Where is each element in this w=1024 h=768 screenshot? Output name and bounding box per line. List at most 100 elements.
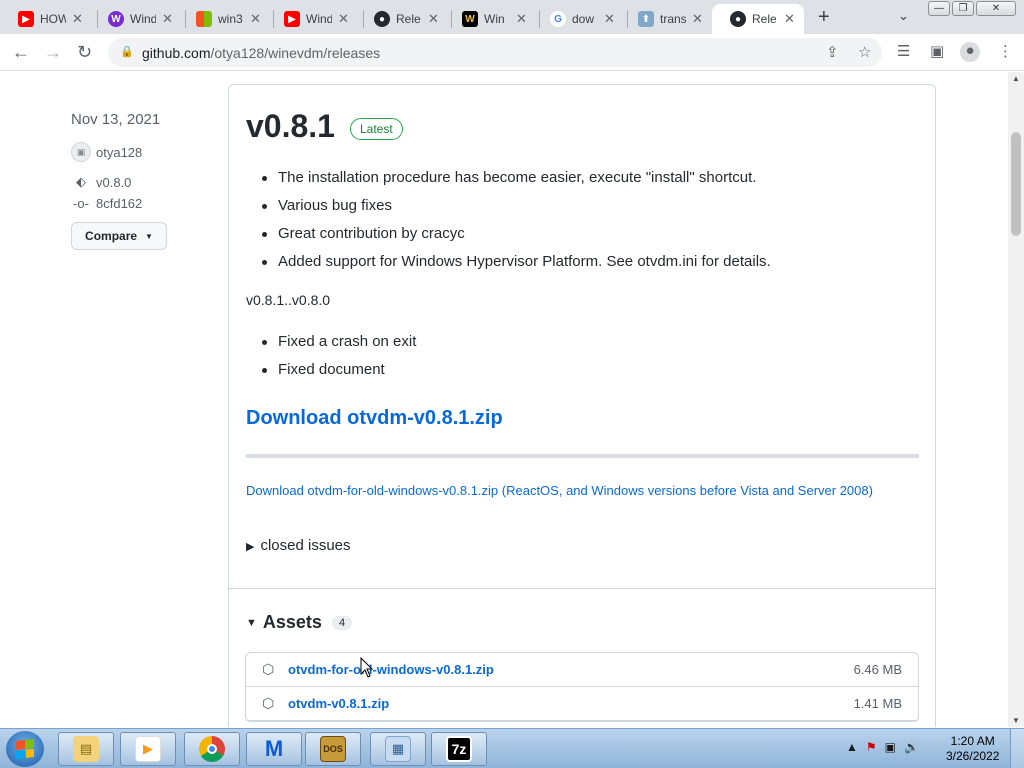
side-panel-icon[interactable]: ▣ [930, 42, 944, 60]
lock-icon[interactable]: 🔒 [120, 45, 134, 58]
compare-label: Compare [85, 229, 138, 243]
tray-expand-icon[interactable]: ▲ [846, 740, 858, 754]
divider [246, 454, 919, 458]
release-title[interactable]: v0.8.1 [246, 108, 335, 145]
tab-wind[interactable]: W Wind ✕ [90, 4, 179, 34]
kebab-menu-icon[interactable]: ⋮ [998, 42, 1013, 60]
tag-name[interactable]: v0.8.0 [96, 175, 131, 190]
fixes-list: Fixed a crash on exit Fixed document [262, 328, 416, 384]
taskbar-malwarebytes[interactable]: M [246, 732, 302, 766]
tab-title: trans [660, 12, 686, 26]
table-row[interactable]: ⬡ otvdm-v0.8.1.zip 1.41 MB [246, 687, 918, 721]
clock-time: 1:20 AM [950, 734, 995, 748]
disclosure-triangle-icon: ▼ [246, 616, 257, 629]
url-path: /otya128/winevdm/releases [210, 45, 381, 61]
close-tab-icon[interactable]: ✕ [516, 11, 527, 27]
tab-search-chevron-icon[interactable]: ⌄ [898, 8, 909, 24]
url-host: github.com [142, 45, 211, 61]
tab-releases-active[interactable]: ● Rele ✕ [712, 4, 804, 34]
asset-link[interactable]: otvdm-v0.8.1.zip [288, 696, 854, 711]
assets-title: Assets [262, 612, 322, 632]
asset-size: 6.46 MB [853, 662, 902, 677]
tab-win[interactable]: W Win ✕ [444, 4, 533, 34]
tab-title: win3 [218, 12, 243, 26]
compare-range-text: v0.8.1..v0.8.0 [246, 292, 331, 308]
action-center-icon[interactable]: ⚑ [866, 740, 877, 754]
scroll-up-icon[interactable]: ▲ [1012, 74, 1020, 83]
author-avatar[interactable]: ▣ [71, 142, 91, 162]
assets-toggle[interactable]: ▼ Assets 4 [246, 612, 353, 633]
url-text[interactable]: github.com/otya128/winevdm/releases [142, 45, 380, 61]
system-tray: ▲ ⚑ ▣ 🔊 [846, 740, 919, 754]
release-tag[interactable]: ⬖ v0.8.0 [71, 174, 131, 190]
close-tab-icon[interactable]: ✕ [72, 11, 83, 27]
show-desktop-button[interactable] [1010, 729, 1024, 768]
reading-list-icon[interactable]: ☰ [897, 42, 910, 60]
close-window-button[interactable]: ✕ [976, 1, 1016, 16]
tab-how[interactable]: ▶ HOW ✕ [0, 4, 89, 34]
tab-wind-youtube[interactable]: ▶ Wind ✕ [266, 4, 355, 34]
taskbar-7zip[interactable]: 7z [431, 732, 487, 766]
malwarebytes-icon: M [264, 736, 284, 761]
scrollbar-thumb[interactable] [1011, 132, 1021, 236]
network-icon[interactable]: ▣ [885, 740, 896, 754]
profile-avatar-icon[interactable]: ● [960, 42, 980, 62]
address-bar[interactable]: 🔒 github.com/otya128/winevdm/releases ⇪ … [108, 38, 882, 67]
close-tab-icon[interactable]: ✕ [784, 11, 795, 27]
tab-trans[interactable]: ⬆ trans ✕ [620, 4, 709, 34]
clock-date: 3/26/2022 [946, 749, 1000, 763]
download-main-link[interactable]: Download otvdm-v0.8.1.zip [246, 407, 503, 430]
table-row[interactable]: ⬡ otvdm-for-old-windows-v0.8.1.zip 6.46 … [246, 653, 918, 687]
windows-logo-icon [16, 739, 34, 759]
minimize-button[interactable]: — [928, 1, 950, 16]
windows-flag-icon [196, 11, 212, 27]
taskbar-control-panel[interactable]: ▦ [370, 732, 426, 766]
taskbar-dosbox[interactable]: DOS [305, 732, 361, 766]
tab-title: Win [484, 12, 505, 26]
bookmark-star-icon[interactable]: ☆ [858, 43, 871, 61]
back-arrow-icon[interactable]: ← [12, 42, 30, 63]
release-author[interactable]: ▣ otya128 [71, 142, 142, 162]
github-icon: ● [730, 11, 746, 27]
close-tab-icon[interactable]: ✕ [604, 11, 615, 27]
reload-icon[interactable]: ↻ [77, 42, 92, 63]
close-tab-icon[interactable]: ✕ [692, 11, 703, 27]
wine-icon: W [108, 11, 124, 27]
chrome-icon [199, 736, 225, 762]
close-tab-icon[interactable]: ✕ [250, 11, 261, 27]
release-commit[interactable]: -o- 8cfd162 [71, 196, 142, 211]
package-icon: ⬡ [262, 695, 275, 711]
start-button[interactable] [6, 731, 44, 767]
list-item: Great contribution by cracyc [262, 220, 771, 248]
restore-button[interactable]: ❐ [952, 1, 974, 16]
taskbar-media-player[interactable]: ▶ [120, 732, 176, 766]
youtube-icon: ▶ [18, 11, 34, 27]
dosbox-icon: DOS [320, 736, 346, 762]
assets-count-badge: 4 [331, 615, 353, 630]
tab-title: Wind [130, 12, 156, 26]
download-old-windows-link[interactable]: Download otvdm-for-old-windows-v0.8.1.zi… [246, 482, 919, 500]
media-player-icon: ▶ [135, 736, 161, 762]
release-notes-list: The installation procedure has become ea… [262, 164, 771, 276]
volume-icon[interactable]: 🔊 [904, 740, 919, 754]
author-name[interactable]: otya128 [96, 145, 142, 160]
asset-size: 1.41 MB [853, 696, 902, 711]
vertical-scrollbar[interactable]: ▲ ▼ [1008, 72, 1024, 727]
commit-icon: -o- [73, 196, 89, 211]
closed-issues-toggle[interactable]: ▶ closed issues [246, 537, 351, 554]
tab-win3[interactable]: win3 ✕ [178, 4, 267, 34]
compare-button[interactable]: Compare ▼ [71, 222, 167, 250]
new-tab-button[interactable]: + [818, 6, 830, 29]
commit-hash[interactable]: 8cfd162 [96, 196, 142, 211]
tab-releases-1[interactable]: ● Rele ✕ [356, 4, 445, 34]
close-tab-icon[interactable]: ✕ [428, 11, 439, 27]
taskbar-explorer[interactable]: ▤ [58, 732, 114, 766]
close-tab-icon[interactable]: ✕ [338, 11, 349, 27]
forward-arrow-icon[interactable]: → [44, 42, 62, 63]
close-tab-icon[interactable]: ✕ [162, 11, 173, 27]
tab-dow[interactable]: G dow ✕ [532, 4, 621, 34]
taskbar-chrome[interactable] [184, 732, 240, 766]
taskbar-clock[interactable]: 1:20 AM 3/26/2022 [946, 734, 999, 764]
share-icon[interactable]: ⇪ [826, 43, 839, 61]
scroll-down-icon[interactable]: ▼ [1012, 716, 1020, 725]
